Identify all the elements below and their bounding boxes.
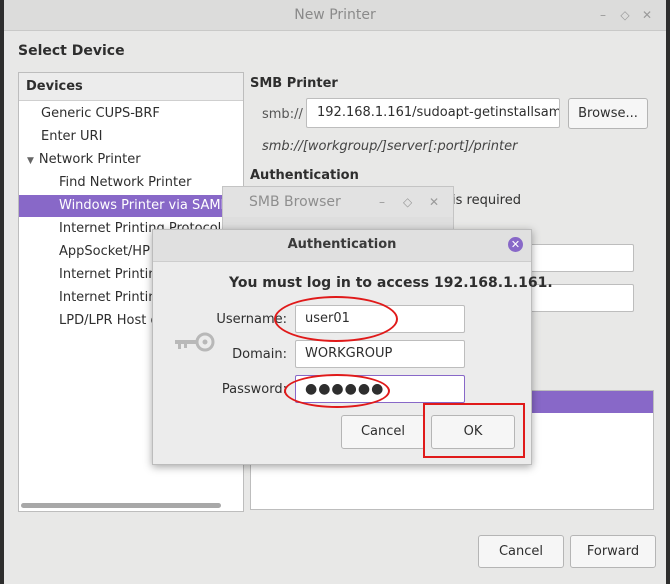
minimize-icon[interactable]: –	[596, 8, 610, 22]
close-icon[interactable]: ✕	[640, 8, 654, 22]
domain-label: Domain:	[232, 347, 287, 362]
close-icon[interactable]: ✕	[429, 195, 439, 209]
smb-browser-title: SMB Browser	[249, 194, 341, 210]
auth-cancel-button[interactable]: Cancel	[341, 415, 425, 449]
auth-dialog-titlebar[interactable]: Authentication ✕	[153, 230, 531, 262]
close-icon[interactable]: ✕	[508, 237, 523, 252]
domain-input[interactable]: WORKGROUP	[295, 340, 465, 368]
device-item-label: Internet Printing	[59, 290, 165, 305]
forward-button[interactable]: Forward	[570, 535, 656, 568]
device-item-label: Network Printer	[38, 152, 141, 167]
expander-down-icon[interactable]: ▼	[27, 156, 34, 166]
device-item-label: Enter URI	[41, 129, 103, 144]
restore-icon[interactable]: ◇	[403, 195, 412, 209]
device-item-label: LPD/LPR Host o	[59, 313, 159, 328]
annotation-ellipse-password	[284, 374, 390, 408]
window-titlebar[interactable]: New Printer – ◇ ✕	[4, 0, 666, 31]
background-username-field[interactable]	[530, 244, 634, 272]
auth-dialog-title: Authentication	[287, 237, 397, 252]
password-label: Password:	[221, 382, 287, 397]
device-item-label: AppSocket/HP J	[59, 244, 158, 259]
auth-required-text: is required	[452, 193, 521, 208]
smb-uri-input[interactable]: 192.168.1.161/sudoapt-getinstallsamba	[306, 98, 560, 128]
smb-prefix-label: smb://	[262, 107, 303, 122]
smb-uri-hint: smb://[workgroup/]server[:port]/printer	[262, 139, 518, 154]
device-item-label: Windows Printer via SAMBA	[59, 198, 239, 213]
device-item-network-printer[interactable]: ▼ Network Printer	[19, 149, 251, 171]
authentication-label: Authentication	[250, 168, 359, 183]
device-item-generic-cups-brf[interactable]: Generic CUPS-BRF	[19, 103, 265, 125]
device-item-label: Find Network Printer	[59, 175, 192, 190]
device-item-label: Generic CUPS-BRF	[41, 106, 160, 121]
annotation-rect-ok	[423, 403, 525, 458]
browse-button[interactable]: Browse...	[568, 98, 648, 129]
page-title: Select Device	[18, 43, 125, 59]
auth-message: You must log in to access 192.168.1.161.	[229, 275, 553, 291]
smb-browser-titlebar[interactable]: SMB Browser – ◇ ✕	[223, 187, 453, 217]
username-label: Username:	[216, 312, 287, 327]
restore-icon[interactable]: ◇	[618, 8, 632, 22]
device-item-label: Internet Printing	[59, 267, 165, 282]
annotation-ellipse-username	[274, 296, 398, 342]
horizontal-scrollbar[interactable]	[21, 503, 221, 508]
window-title: New Printer	[294, 7, 376, 23]
minimize-icon[interactable]: –	[379, 195, 385, 209]
smb-printer-title: SMB Printer	[250, 76, 338, 91]
devices-header: Devices	[19, 73, 243, 101]
cancel-button[interactable]: Cancel	[478, 535, 564, 568]
device-item-enter-uri[interactable]: Enter URI	[19, 126, 265, 148]
